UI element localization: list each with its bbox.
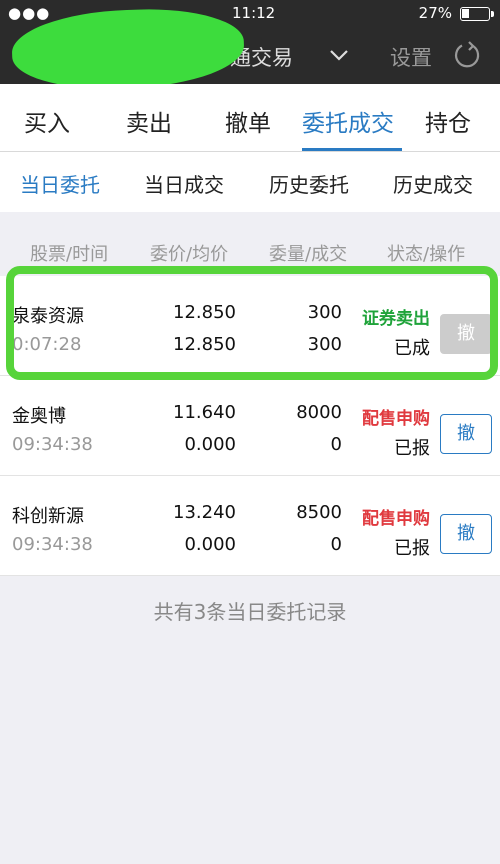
order-type: 配售申购 (362, 509, 430, 529)
order-price: 11.640 (173, 402, 236, 423)
order-type: 配售申购 (362, 409, 430, 429)
battery-icon (460, 7, 494, 21)
stock-name: 金奥博 (12, 406, 66, 427)
subtab-history-trades[interactable]: 历史成交 (393, 169, 473, 198)
order-quantity: 8000 (296, 402, 342, 423)
battery-percent: 27% (418, 4, 452, 22)
cancel-button[interactable]: 撤 (440, 314, 492, 354)
table-row: 金奥博 09:34:38 11.640 0.000 8000 0 配售申购 已报… (0, 376, 500, 476)
sub-tabs: 当日委托 当日成交 历史委托 历史成交 (0, 152, 500, 212)
settings-button[interactable]: 设置 (390, 42, 432, 72)
subtab-today-orders[interactable]: 当日委托 (20, 169, 100, 198)
order-price: 12.850 (173, 302, 236, 323)
subtab-today-trades[interactable]: 当日成交 (144, 169, 224, 198)
cancel-button[interactable]: 撤 (440, 514, 492, 554)
tab-buy[interactable]: 买入 (24, 104, 70, 138)
tab-positions[interactable]: 持仓 (425, 104, 471, 138)
filled-quantity: 0 (330, 434, 342, 455)
filled-quantity: 0 (330, 534, 342, 555)
col-qty-filled: 委量/成交 (269, 244, 348, 265)
refresh-icon[interactable] (452, 40, 482, 74)
order-status: 已报 (394, 438, 430, 459)
order-type: 证券卖出 (362, 309, 430, 329)
order-status: 已报 (394, 538, 430, 559)
stock-name: 泉泰资源 (12, 306, 84, 327)
col-stock-time: 股票/时间 (30, 244, 109, 265)
order-status: 已成 (394, 338, 430, 359)
chevron-down-icon[interactable] (328, 40, 350, 74)
orders-list: 泉泰资源 0:07:28 12.850 12.850 300 300 证券卖出 … (0, 276, 500, 576)
active-tab-indicator (302, 148, 402, 151)
order-time: 09:34:38 (12, 534, 93, 555)
stock-name: 科创新源 (12, 506, 84, 527)
col-status-op: 状态/操作 (387, 244, 466, 265)
order-quantity: 300 (307, 302, 342, 323)
tab-cancel[interactable]: 撤单 (225, 104, 271, 138)
col-price-avg: 委价/均价 (150, 244, 229, 265)
avg-price: 0.000 (184, 434, 236, 455)
subtab-history-orders[interactable]: 历史委托 (269, 169, 349, 198)
signal-indicator: ●●● (8, 4, 51, 22)
filled-quantity: 300 (307, 334, 342, 355)
cancel-button[interactable]: 撤 (440, 414, 492, 454)
avg-price: 0.000 (184, 534, 236, 555)
tab-sell[interactable]: 卖出 (126, 104, 172, 138)
column-headers: 股票/时间 委价/均价 委量/成交 状态/操作 (0, 212, 500, 276)
order-time: 09:34:38 (12, 434, 93, 455)
avg-price: 12.850 (173, 334, 236, 355)
records-summary: 共有3条当日委托记录 (153, 600, 347, 624)
main-tabs: 买入 卖出 撤单 委托成交 持仓 (0, 84, 500, 152)
table-row: 泉泰资源 0:07:28 12.850 12.850 300 300 证券卖出 … (0, 276, 500, 376)
order-quantity: 8500 (296, 502, 342, 523)
order-time: 0:07:28 (12, 334, 82, 355)
tab-orders-trades[interactable]: 委托成交 (302, 104, 394, 138)
clock: 11:12 (232, 4, 276, 22)
order-price: 13.240 (173, 502, 236, 523)
table-row: 科创新源 09:34:38 13.240 0.000 8500 0 配售申购 已… (0, 476, 500, 576)
